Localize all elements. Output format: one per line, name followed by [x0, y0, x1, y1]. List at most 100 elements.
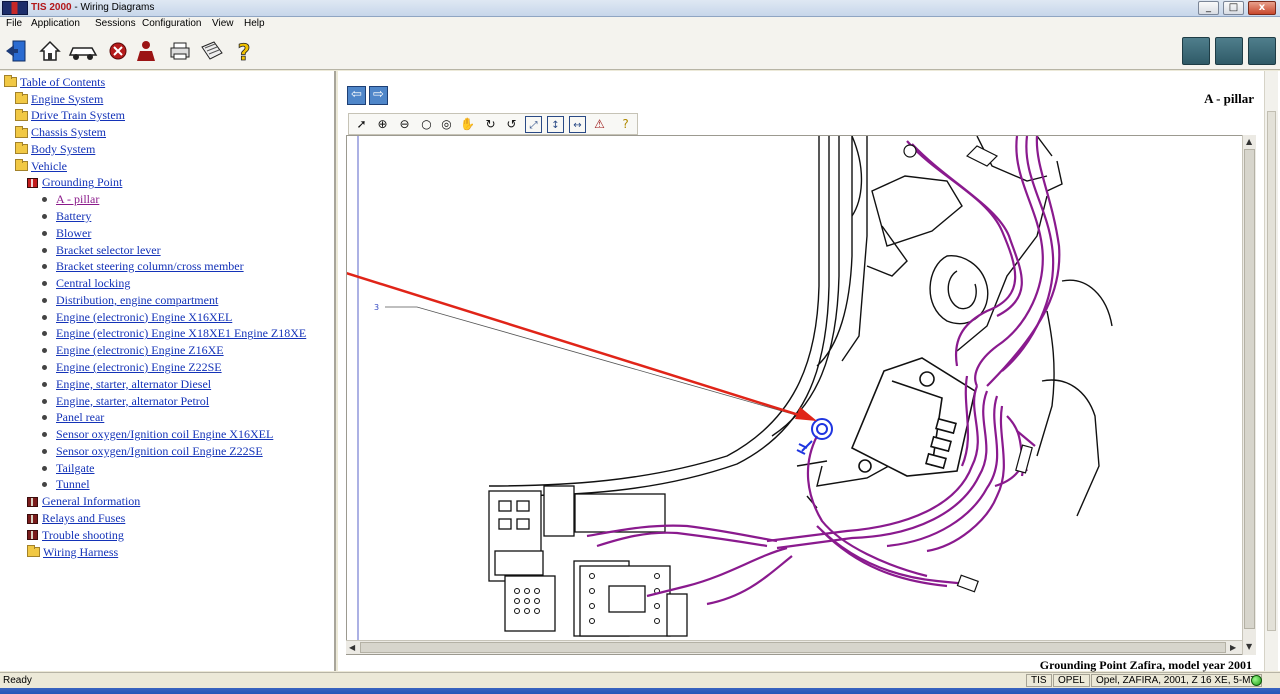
tree-item-label[interactable]: Wiring Harness [43, 545, 118, 560]
page-vertical-scrollbar[interactable] [1264, 71, 1278, 671]
close-button[interactable]: x [1248, 1, 1276, 15]
tree-item[interactable]: Chassis System [15, 125, 106, 140]
tree-item[interactable]: A - pillar [40, 192, 99, 207]
tree-item[interactable]: Engine (electronic) Engine X18XE1 Engine… [40, 326, 306, 341]
tree-item[interactable]: Distribution, engine compartment [40, 293, 218, 307]
tree-item-label[interactable]: Engine, starter, alternator Diesel [56, 377, 211, 392]
tree-item-label[interactable]: Sensor oxygen/Ignition coil Engine Z22SE [56, 444, 263, 459]
tree-item-label[interactable]: Engine (electronic) Engine Z22SE [56, 360, 222, 375]
tree-item[interactable]: Battery [40, 209, 91, 223]
tree-item-label[interactable]: Engine (electronic) Engine X18XE1 Engine… [56, 326, 306, 341]
tree-item-label[interactable]: Relays and Fuses [42, 511, 125, 526]
tree-item-label[interactable]: Sensor oxygen/Ignition coil Engine X16XE… [56, 427, 273, 442]
tree-item-label[interactable]: Grounding Point [42, 175, 122, 190]
diagram-vertical-scrollbar[interactable]: ▲ ▼ [1242, 135, 1256, 655]
tree-item-label[interactable]: Panel rear [56, 410, 104, 425]
tree-item[interactable]: Bracket steering column/cross member [40, 259, 244, 274]
menu-application[interactable]: Application [31, 18, 80, 29]
maximize-button[interactable]: □ [1223, 1, 1244, 15]
notepad-icon[interactable] [200, 39, 224, 63]
tree-item-label[interactable]: Tunnel [56, 477, 90, 492]
tree-item-label[interactable]: Chassis System [31, 125, 106, 140]
scroll-right-icon[interactable]: ▶ [1230, 643, 1236, 652]
tree-item-label[interactable]: Engine System [31, 92, 103, 107]
diagnostics-icon[interactable] [1182, 37, 1210, 65]
diagram-vertical-scroll-thumb[interactable] [1244, 149, 1255, 629]
diagram-viewer[interactable]: 3 [346, 135, 1256, 655]
rotate-right-icon[interactable]: ↻ [482, 116, 499, 133]
tree-item[interactable]: Drive Train System [15, 108, 125, 123]
zoom-out-icon[interactable]: ⊖ [396, 116, 413, 133]
printer-icon[interactable] [168, 39, 192, 63]
scroll-up-icon[interactable]: ▲ [1246, 137, 1252, 146]
zoom-icon[interactable]: ○ [418, 116, 435, 133]
menu-help[interactable]: Help [244, 18, 265, 29]
tree-item-label[interactable]: Vehicle [31, 159, 67, 174]
page-scroll-thumb[interactable] [1267, 111, 1276, 631]
tree-item-label[interactable]: Body System [31, 142, 95, 157]
tree-item-label[interactable]: Battery [56, 209, 91, 224]
minimize-button[interactable]: _ [1198, 1, 1219, 15]
exit-icon[interactable] [4, 39, 28, 63]
select-pointer-icon[interactable]: ➚ [353, 116, 370, 133]
tree-item[interactable]: Body System [15, 142, 95, 156]
person-icon[interactable] [134, 39, 158, 63]
tree-item[interactable]: Engine System [15, 92, 103, 106]
tree-item[interactable]: Tunnel [40, 477, 90, 492]
tree-item-label[interactable]: A - pillar [56, 192, 99, 207]
tree-item[interactable]: Trouble shooting [27, 528, 124, 542]
tree-item-label[interactable]: Blower [56, 226, 91, 241]
tree-item[interactable]: Engine (electronic) Engine Z16XE [40, 343, 224, 358]
tree-item-label[interactable]: Distribution, engine compartment [56, 293, 218, 308]
tree-item[interactable]: Vehicle [15, 159, 67, 173]
fit-width-icon[interactable]: ↔ [569, 116, 586, 133]
back-button[interactable]: ⇦ [347, 86, 366, 105]
tree-item[interactable]: Panel rear [40, 410, 104, 425]
fit-height-icon[interactable]: ↕ [547, 116, 564, 133]
tree-item[interactable]: Central locking [40, 276, 130, 291]
tree-item[interactable]: Sensor oxygen/Ignition coil Engine X16XE… [40, 427, 273, 442]
tree-item-label[interactable]: Trouble shooting [42, 528, 124, 543]
rotate-left-icon[interactable]: ↺ [503, 116, 520, 133]
menu-sessions[interactable]: Sessions [95, 18, 136, 29]
tree-item[interactable]: Relays and Fuses [27, 511, 125, 526]
wiring-diagram[interactable]: 3 [347, 136, 1256, 655]
tree-item-label[interactable]: Drive Train System [31, 108, 125, 123]
tree-item-label[interactable]: Bracket selector lever [56, 243, 161, 258]
help-icon[interactable]: ? [232, 39, 256, 63]
tree-root[interactable]: Table of Contents [4, 75, 105, 89]
tree-item[interactable]: Engine, starter, alternator Petrol [40, 394, 209, 408]
scroll-down-icon[interactable]: ▼ [1246, 642, 1252, 651]
tree-item-label[interactable]: Bracket steering column/cross member [56, 259, 244, 274]
scroll-left-icon[interactable]: ◀ [349, 643, 355, 652]
antenna-icon[interactable]: ⚠ [591, 116, 608, 133]
tree-item[interactable]: Engine, starter, alternator Diesel [40, 377, 211, 391]
forward-button[interactable]: ⇨ [369, 86, 388, 105]
pan-hand-icon[interactable]: ✋ [459, 116, 476, 133]
tree-root-label[interactable]: Table of Contents [20, 75, 105, 90]
diagram-horizontal-scrollbar[interactable]: ◀ ▶ [346, 640, 1242, 654]
tree-item[interactable]: Bracket selector lever [40, 243, 161, 257]
fit-page-icon[interactable]: ⤢ [525, 116, 542, 133]
tree-item-label[interactable]: Engine (electronic) Engine X16XEL [56, 310, 232, 325]
vehicle-data-icon[interactable] [1215, 37, 1243, 65]
tree-item[interactable]: General Information [27, 494, 140, 509]
vehicle-icon[interactable] [68, 39, 98, 63]
tree-item[interactable]: Grounding Point [27, 175, 122, 190]
tree-item-label[interactable]: Central locking [56, 276, 130, 291]
tree-item-label[interactable]: Engine, starter, alternator Petrol [56, 394, 209, 409]
tree-item[interactable]: Engine (electronic) Engine X16XEL [40, 310, 232, 324]
tree-item-label[interactable]: Engine (electronic) Engine Z16XE [56, 343, 224, 358]
help-icon[interactable]: ? [617, 116, 634, 133]
menu-view[interactable]: View [212, 18, 234, 29]
tree-item-label[interactable]: Tailgate [56, 461, 94, 476]
menu-configuration[interactable]: Configuration [142, 18, 201, 29]
tree-item[interactable]: Wiring Harness [27, 545, 118, 559]
zoom-area-icon[interactable]: ◎ [438, 116, 455, 133]
tree-item[interactable]: Tailgate [40, 461, 94, 475]
stop-icon[interactable] [106, 39, 130, 63]
home-icon[interactable] [38, 39, 62, 63]
tree-item-label[interactable]: General Information [42, 494, 140, 509]
menu-file[interactable]: File [6, 18, 22, 29]
vehicle-service-icon[interactable] [1248, 37, 1276, 65]
